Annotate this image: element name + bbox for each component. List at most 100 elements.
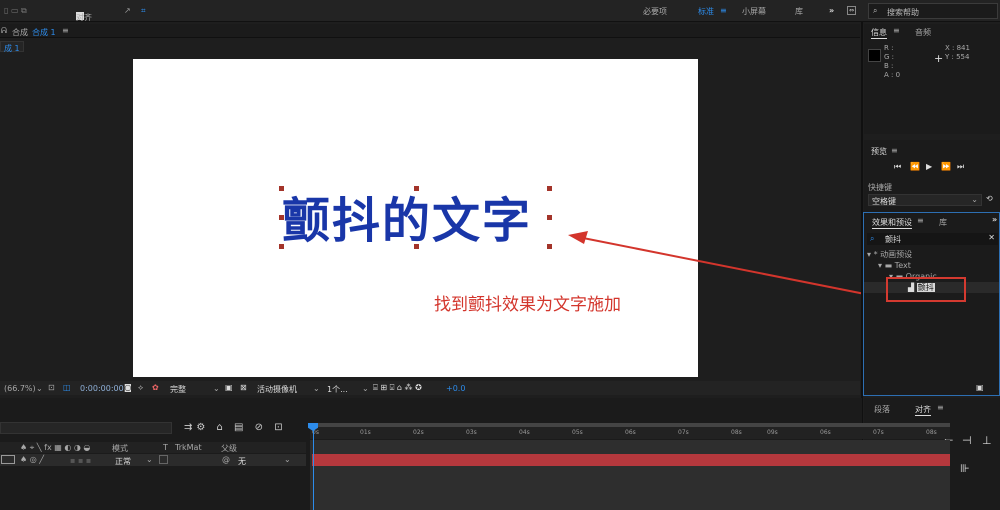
layer-mode-dropdown[interactable]: 正常 <box>115 456 131 467</box>
effects-menu-icon[interactable]: ≡ <box>917 216 924 225</box>
roi-icon[interactable]: ▣ <box>225 383 233 392</box>
comp-panel-header: ᕱ 合成 合成 1 ≡ <box>0 24 860 38</box>
zoom-chevron-icon[interactable]: ⌄ <box>36 384 43 393</box>
transparency-grid-icon[interactable]: ⊠ <box>240 383 247 392</box>
selection-handle[interactable] <box>279 244 284 249</box>
selection-handle[interactable] <box>279 186 284 191</box>
preview-prev-icon[interactable]: ⏪ <box>910 162 920 171</box>
effects-search-input[interactable]: 颤抖 <box>885 234 901 245</box>
workspace-standard[interactable]: 标准 <box>698 6 714 17</box>
align-right-icon[interactable]: ⊥ <box>982 434 992 447</box>
workspace-library[interactable]: 库 <box>795 6 803 17</box>
preview-next-icon[interactable]: ⏩ <box>941 162 951 171</box>
selection-handle[interactable] <box>547 186 552 191</box>
top-toolbar: ▯ ▭ ⧉ 对齐 ↗ ⌗ 必要项 标准 ≡ 小屏幕 库 » ⇔ <box>0 0 1000 22</box>
timecode-display[interactable]: 0:00:00:00 <box>80 384 124 393</box>
highlight-box <box>886 277 966 302</box>
selection-handle[interactable] <box>414 186 419 191</box>
tab-audio[interactable]: 音频 <box>915 27 931 38</box>
show-snapshot-icon[interactable]: ⟡ <box>138 383 143 393</box>
current-time-indicator[interactable] <box>313 423 314 510</box>
layer-switch-boxes[interactable]: ▪ ▪ ▪ <box>70 456 91 465</box>
comp-breadcrumb[interactable]: 成 1 <box>0 41 24 53</box>
layer-duration-bar[interactable] <box>312 454 950 466</box>
tab-info[interactable]: 信息 <box>871 27 887 39</box>
work-area-bar[interactable] <box>310 423 950 427</box>
workspace-resize-icon[interactable]: ⇔ <box>847 6 857 15</box>
tick-label: 08s <box>926 429 937 436</box>
layer-parent-dropdown[interactable]: 无 <box>238 456 246 467</box>
resolution-chevron-icon[interactable]: ⌄ <box>213 384 220 393</box>
workspace-small-screen[interactable]: 小屏幕 <box>742 6 766 17</box>
layer-row[interactable]: ♠ ◎ ╱ ▪ ▪ ▪ 正常 ⌄ @ 无 ⌄ <box>0 454 306 466</box>
zoom-dropdown[interactable]: (66.7%) <box>4 384 36 393</box>
snap-grid-icon[interactable]: ⌗ <box>141 6 146 16</box>
region-icon[interactable]: ◫ <box>63 383 71 392</box>
fit-icon[interactable]: ⊡ <box>48 383 55 392</box>
tree-text-folder[interactable]: ▾ ▬ Text <box>878 261 911 270</box>
effects-search[interactable]: ⌕ 颤抖 ✕ <box>867 233 998 245</box>
align-center-icon[interactable]: ⊣ <box>962 434 972 447</box>
tool-icons-left[interactable]: ▯ ▭ ⧉ <box>4 6 27 16</box>
camera-dropdown[interactable]: 活动摄像机 <box>257 384 297 395</box>
effects-overflow-icon[interactable]: » <box>992 215 997 224</box>
selection-handle[interactable] <box>547 244 552 249</box>
selection-handle[interactable] <box>279 215 284 220</box>
comp-menu-icon[interactable]: ≡ <box>62 26 69 35</box>
col-t: T <box>163 443 168 452</box>
parent-chevron-icon[interactable]: ⌄ <box>284 455 291 464</box>
distribute-icon[interactable]: ⊪ <box>960 462 970 475</box>
canvas-text-layer[interactable]: 颤抖的文字 <box>282 181 532 251</box>
tab-library[interactable]: 库 <box>939 217 947 228</box>
loop-icon[interactable]: ⟲ <box>986 194 993 203</box>
selection-handle[interactable] <box>547 215 552 220</box>
camera-chevron-icon[interactable]: ⌄ <box>313 384 320 393</box>
tab-align[interactable]: 对齐 <box>915 404 931 416</box>
layer-header-row: ♠ ⌖ ╲ fx ▦ ◐ ◑ ◒ 模式 T TrkMat 父级 <box>0 442 306 453</box>
folder-icon: ▬ <box>884 261 893 270</box>
shortcut-chevron-icon: ⌄ <box>971 195 978 204</box>
info-r: R : <box>884 44 894 52</box>
search-input[interactable]: 搜索帮助 <box>887 7 919 18</box>
tick-label: 01s <box>360 429 371 436</box>
trkmat-box[interactable] <box>159 455 168 464</box>
annotation-text: 找到颤抖效果为文字施加 <box>434 295 621 315</box>
workspace-essentials[interactable]: 必要项 <box>643 6 667 17</box>
exposure-value[interactable]: +0.0 <box>446 384 465 393</box>
tick-label: 06s <box>820 429 831 436</box>
clear-search-icon[interactable]: ✕ <box>988 233 995 242</box>
mode-chevron-icon[interactable]: ⌄ <box>146 455 153 464</box>
workspace-overflow-icon[interactable]: » <box>829 6 834 15</box>
parent-pickwhip-icon[interactable]: @ <box>222 455 230 464</box>
tick-label: 05s <box>572 429 583 436</box>
new-folder-icon[interactable]: ▣ <box>976 383 984 392</box>
comp-tab[interactable]: 合成 1 <box>32 27 56 38</box>
tree-animation-presets[interactable]: ▾ * 动画预设 <box>867 249 912 260</box>
channel-icon[interactable]: ✿ <box>152 383 159 392</box>
tab-effects-presets[interactable]: 效果和预设 <box>872 217 912 229</box>
timeline-tool-icons[interactable]: ⇉⚙ ⌂ ▤ ⊘ ⊡ <box>184 422 287 433</box>
preview-panel: 预览 ≡ ⏮ ⏪ ▶ ⏩ ⏭ 快捷键 空格键 ⌄ ⟲ <box>864 140 1000 212</box>
preview-play-icon[interactable]: ▶ <box>926 162 932 171</box>
viewer-tool-icons[interactable]: ⌸ ⊞ ⍌ ⌂ ⁂ ✪ <box>373 383 422 393</box>
info-menu-icon[interactable]: ≡ <box>893 26 900 35</box>
snap-icon[interactable]: ↗ <box>124 6 131 15</box>
layer-switches[interactable]: ♠ ◎ ╱ <box>20 455 44 464</box>
timeline-track-bg <box>310 440 950 510</box>
preview-menu-icon[interactable]: ≡ <box>891 146 898 155</box>
camera-snapshot-icon[interactable]: ◙ <box>124 383 132 392</box>
preview-first-icon[interactable]: ⏮ <box>894 162 901 172</box>
help-search[interactable]: ⌕ 搜索帮助 <box>868 3 998 19</box>
selection-handle[interactable] <box>414 244 419 249</box>
timeline-search[interactable] <box>0 422 172 434</box>
preview-last-icon[interactable]: ⏭ <box>957 162 964 172</box>
align-menu-icon[interactable]: ≡ <box>937 403 944 412</box>
tab-paragraph[interactable]: 段落 <box>874 404 890 415</box>
color-swatch <box>868 49 881 62</box>
shortcut-dropdown[interactable]: 空格键 ⌄ <box>868 194 982 206</box>
resolution-dropdown[interactable]: 完整 <box>170 384 186 395</box>
views-dropdown[interactable]: 1个... <box>327 384 348 395</box>
views-chevron-icon[interactable]: ⌄ <box>362 384 369 393</box>
align-label: 对齐 <box>76 13 92 22</box>
workspace-menu-icon[interactable]: ≡ <box>720 6 727 15</box>
